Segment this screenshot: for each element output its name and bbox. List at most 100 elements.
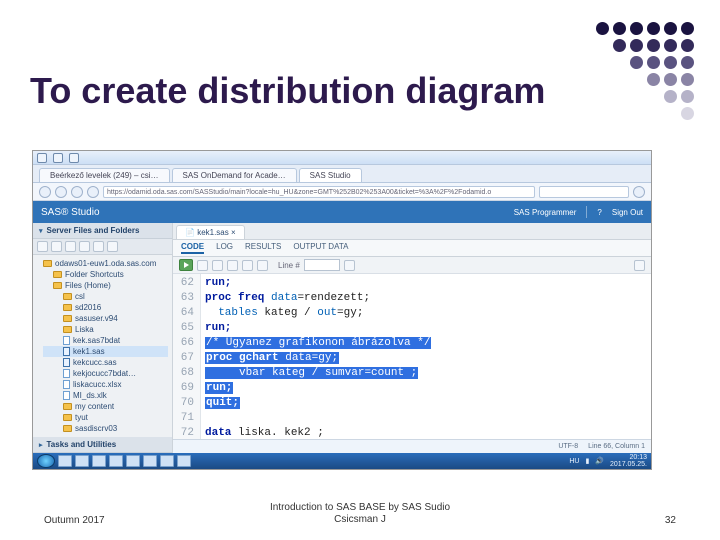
screenshot-embed: Beérkező levelek (249) – csi… SAS OnDema…: [32, 150, 652, 470]
taskbar-app-7[interactable]: [160, 455, 174, 467]
tab-code[interactable]: CODE: [181, 242, 204, 254]
undo-icon[interactable]: [242, 260, 253, 271]
goto-icon[interactable]: [344, 260, 355, 271]
code-line[interactable]: vbar kateg / sumvar=count ;: [205, 366, 647, 381]
folder-icon: [63, 293, 72, 300]
footer-center-1: Introduction to SAS BASE by SAS Sudio: [270, 502, 450, 514]
win-close-icon[interactable]: [69, 153, 79, 163]
code-line[interactable]: run;: [205, 321, 647, 336]
tree-folder-shortcuts[interactable]: Folder Shortcuts: [43, 269, 168, 280]
tree-item[interactable]: kekjocucc7bdat…: [43, 368, 168, 379]
run-button[interactable]: [179, 259, 193, 271]
tree-item[interactable]: MI_ds.xlk: [43, 390, 168, 401]
browser-tab-1[interactable]: Beérkező levelek (249) – csi…: [39, 168, 170, 182]
taskbar-app-4[interactable]: [109, 455, 123, 467]
taskbar-app-2[interactable]: [75, 455, 89, 467]
tray-net-icon[interactable]: ▮: [585, 457, 589, 465]
props-icon[interactable]: [107, 241, 118, 252]
tree-item[interactable]: Liska: [43, 324, 168, 335]
taskbar-app-3[interactable]: [92, 455, 106, 467]
tab-log[interactable]: LOG: [216, 242, 233, 254]
redo-icon[interactable]: [257, 260, 268, 271]
app-header: SAS® Studio SAS Programmer ? Sign Out: [33, 201, 651, 223]
win-min-icon[interactable]: [37, 153, 47, 163]
tree-item-label: kek1.sas: [73, 347, 105, 356]
tray-lang[interactable]: HU: [569, 458, 579, 465]
reload-icon[interactable]: [71, 186, 83, 198]
code-line[interactable]: quit;: [205, 396, 647, 411]
address-bar[interactable]: https://odamid.oda.sas.com/SASStudio/mai…: [103, 186, 535, 198]
tree-item[interactable]: kek1.sas: [43, 346, 168, 357]
taskbar-app-6[interactable]: [143, 455, 157, 467]
code-line[interactable]: run;: [205, 381, 647, 396]
back-icon[interactable]: [39, 186, 51, 198]
maximize-icon[interactable]: [634, 260, 645, 271]
code-line[interactable]: data liska. kek2 ;: [205, 426, 647, 439]
folder-icon: [63, 425, 72, 432]
browser-tabstrip: Beérkező levelek (249) – csi… SAS OnDema…: [33, 165, 651, 183]
window-titlebar: [33, 151, 651, 165]
tree-item-label: kekcucc.sas: [73, 358, 117, 367]
tree-item[interactable]: my content: [43, 401, 168, 412]
tree-item[interactable]: sasdiscrv03: [43, 423, 168, 434]
code-line[interactable]: tables kateg / out=gy;: [205, 306, 647, 321]
signout-link[interactable]: Sign Out: [612, 208, 643, 217]
print-icon[interactable]: [227, 260, 238, 271]
refresh-icon[interactable]: [79, 241, 90, 252]
editor-file-tab[interactable]: 📄 kek1.sas ×: [176, 225, 245, 239]
tree-root[interactable]: odaws01-euw1.oda.sas.com: [43, 258, 168, 269]
code-editor[interactable]: 6263646566676869707172737475 run;proc fr…: [173, 274, 651, 439]
code-line[interactable]: [205, 411, 647, 426]
code-line[interactable]: proc gchart data=gy;: [205, 351, 647, 366]
start-button[interactable]: [37, 454, 55, 468]
save-icon[interactable]: [197, 260, 208, 271]
upload-icon[interactable]: [65, 241, 76, 252]
taskbar-app-8[interactable]: [177, 455, 191, 467]
browser-tab-3[interactable]: SAS Studio: [299, 168, 362, 182]
code-line[interactable]: proc freq data=rendezett;: [205, 291, 647, 306]
sidebar-toolbar: [33, 239, 172, 255]
saveas-icon[interactable]: [212, 260, 223, 271]
sidebar-section-libraries[interactable]: Libraries: [33, 469, 172, 470]
menu-icon[interactable]: [633, 186, 645, 198]
search-box[interactable]: [539, 186, 629, 198]
role-label[interactable]: SAS Programmer: [514, 208, 577, 217]
tray-time[interactable]: 20:13: [610, 454, 647, 461]
taskbar-app-1[interactable]: [58, 455, 72, 467]
taskbar-app-5[interactable]: [126, 455, 140, 467]
sidebar-section-tasks[interactable]: Tasks and Utilities: [33, 437, 172, 453]
new-icon[interactable]: [37, 241, 48, 252]
tray-vol-icon[interactable]: 🔊: [595, 457, 604, 465]
editor-statusbar: UTF-8 Line 66, Column 1: [173, 439, 651, 453]
win-max-icon[interactable]: [53, 153, 63, 163]
code-line[interactable]: run;: [205, 276, 647, 291]
tree-item[interactable]: kekcucc.sas: [43, 357, 168, 368]
tab-results[interactable]: RESULTS: [245, 242, 281, 254]
tree-item[interactable]: tyut: [43, 412, 168, 423]
tree-item[interactable]: csl: [43, 291, 168, 302]
footer-left: Outumn 2017: [44, 515, 105, 526]
editor-toolbar: Line #: [173, 257, 651, 274]
code-line[interactable]: /* Ugyanez grafikonon ábrázolva */: [205, 336, 647, 351]
tree-item[interactable]: sasuser.v94: [43, 313, 168, 324]
line-input[interactable]: [304, 259, 340, 271]
file-icon: [63, 336, 70, 345]
tree-item[interactable]: kek.sas7bdat: [43, 335, 168, 346]
forward-icon[interactable]: [55, 186, 67, 198]
delete-icon[interactable]: [93, 241, 104, 252]
tab-outputdata[interactable]: OUTPUT DATA: [293, 242, 348, 254]
folder-icon: [63, 315, 72, 322]
slide-footer: Outumn 2017 Introduction to SAS BASE by …: [0, 515, 720, 526]
tree-item-label: my content: [75, 402, 114, 411]
footer-center-2: Csicsman J: [270, 514, 450, 526]
home-icon[interactable]: [87, 186, 99, 198]
help-icon[interactable]: ?: [597, 208, 601, 217]
file-icon: [63, 380, 70, 389]
tree-files-home[interactable]: Files (Home): [43, 280, 168, 291]
decorative-dots: [596, 22, 694, 120]
sidebar-section-files[interactable]: Server Files and Folders: [33, 223, 172, 239]
browser-tab-2[interactable]: SAS OnDemand for Acade…: [172, 168, 297, 182]
tree-item[interactable]: sd2016: [43, 302, 168, 313]
open-icon[interactable]: [51, 241, 62, 252]
tree-item[interactable]: liskacucc.xlsx: [43, 379, 168, 390]
